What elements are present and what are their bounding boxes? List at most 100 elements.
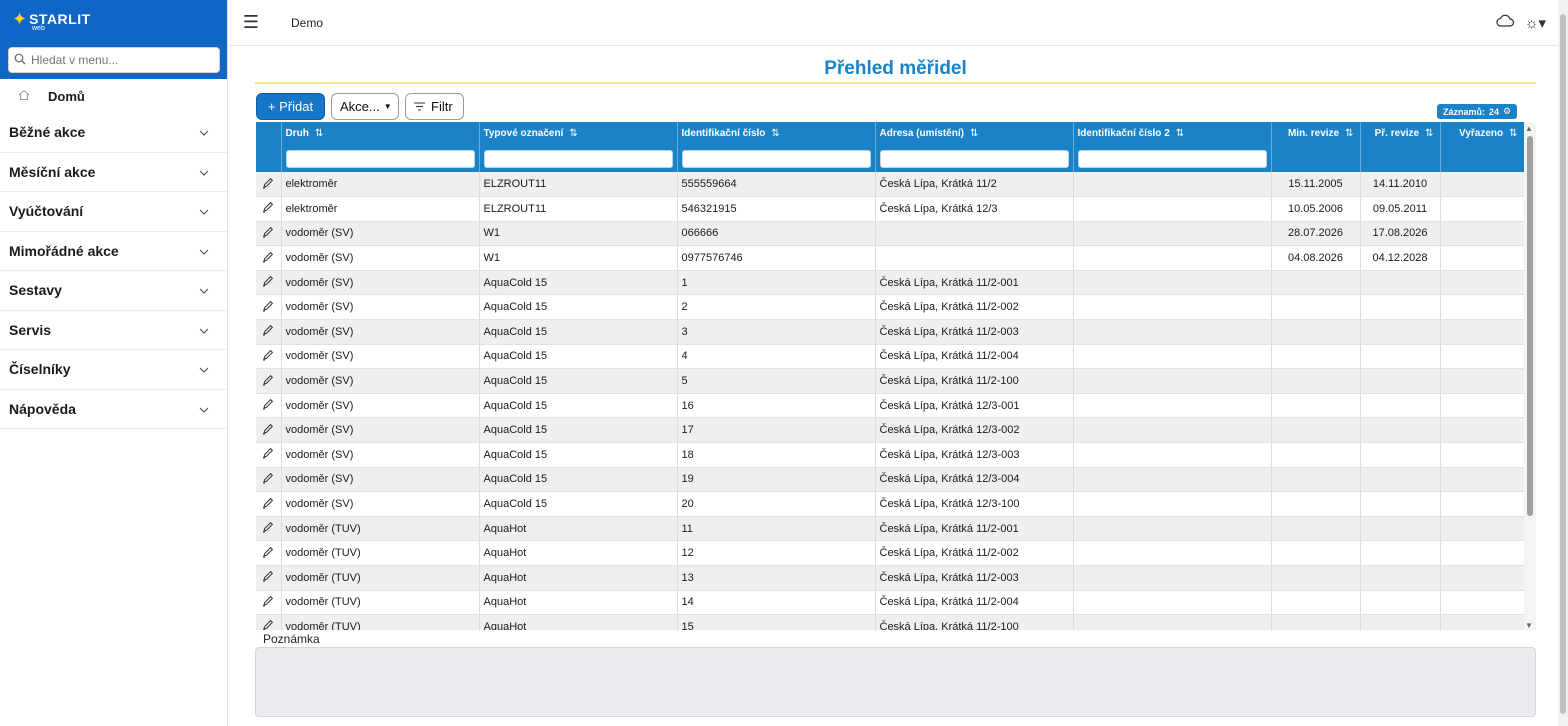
column-header[interactable]: Min. revize ⇅ — [1271, 122, 1361, 172]
table-row[interactable]: vodoměr (TUV) AquaHot 14 Česká Lípa, Krátká… — [256, 590, 1524, 616]
pencil-icon[interactable] — [256, 294, 282, 321]
pencil-icon[interactable] — [256, 196, 282, 222]
sidebar-section[interactable]: Nápověda — [0, 390, 227, 429]
sun-icon[interactable]: ☼▾ — [1525, 14, 1546, 32]
column-header[interactable]: Identifikační číslo 2 ⇅ — [1073, 122, 1272, 172]
table-row[interactable]: vodoměr (SV) AquaCold 15 4 Česká Lípa, Krát… — [256, 344, 1524, 370]
table-row[interactable]: elektroměr ELZROUT11 555559664 Česká Lípa, … — [256, 172, 1524, 198]
table-row[interactable]: vodoměr (TUV) AquaHot 11 Česká Lípa, Krátká… — [256, 516, 1524, 542]
table-row[interactable]: vodoměr (SV) W1 066666 28.07.2026 17.08.2026 — [256, 221, 1524, 247]
records-badge[interactable]: Záznamů: 24 ⚙ — [1437, 104, 1518, 119]
note-field[interactable] — [255, 647, 1536, 717]
table-cell — [1360, 614, 1441, 630]
table-cell — [1360, 491, 1441, 517]
table-row[interactable]: vodoměr (TUV) AquaHot 13 Česká Lípa, Krátká… — [256, 565, 1524, 591]
sidebar-section[interactable]: Sestavy — [0, 271, 227, 311]
table-row[interactable]: vodoměr (SV) AquaCold 15 3 Česká Lípa, Krát… — [256, 319, 1524, 345]
column-header-label: Min. revize — [1287, 127, 1340, 139]
sort-icon[interactable]: ⇅ — [970, 128, 978, 139]
sort-icon[interactable]: ⇅ — [569, 128, 577, 139]
sort-icon[interactable]: ⇅ — [771, 128, 779, 139]
table-cell — [1073, 393, 1272, 419]
column-filter-input[interactable] — [285, 150, 475, 168]
column-filter-input[interactable] — [681, 150, 871, 168]
hamburger-icon[interactable]: ☰ — [231, 12, 271, 33]
table-cell: elektroměr — [281, 196, 480, 222]
table-row[interactable]: vodoměr (TUV) AquaHot 15 Česká Lípa, Krátká… — [256, 614, 1524, 630]
table-row[interactable]: vodoměr (SV) AquaCold 15 16 Česká Lípa, Krá… — [256, 393, 1524, 419]
table-cell: Česká Lípa, Krátká 11/2-002 — [875, 540, 1074, 566]
starlit-logo[interactable]: ✦ STARLIT web — [12, 10, 91, 32]
sort-icon[interactable]: ⇅ — [1425, 128, 1433, 139]
cloud-icon[interactable] — [1495, 14, 1515, 32]
scroll-up-icon[interactable]: ▲ — [1525, 124, 1533, 133]
pencil-icon[interactable] — [256, 442, 282, 468]
table-row[interactable]: vodoměr (SV) AquaCold 15 2 Česká Lípa, Krát… — [256, 294, 1524, 321]
column-header[interactable]: Vyřazeno ⇅ — [1440, 122, 1524, 172]
sidebar-section[interactable]: Měsíční akce — [0, 153, 227, 192]
sidebar-section[interactable]: Servis — [0, 311, 227, 350]
window-scrollbar[interactable] — [1558, 0, 1568, 726]
column-header[interactable]: Identifikační číslo ⇅ — [677, 122, 876, 172]
pencil-icon[interactable] — [256, 467, 282, 493]
pencil-icon[interactable] — [256, 368, 282, 394]
table-cell: vodoměr (SV) — [281, 417, 480, 444]
table-cell — [1440, 344, 1524, 370]
pencil-icon[interactable] — [256, 516, 282, 542]
table-row[interactable]: vodoměr (SV) AquaCold 15 18 Česká Lípa, Krá… — [256, 442, 1524, 468]
table-cell: 28.07.2026 — [1271, 221, 1361, 247]
table-row[interactable]: vodoměr (SV) W1 0977576746 04.08.2026 04.12.… — [256, 245, 1524, 271]
sidebar-section[interactable]: Vyúčtování — [0, 192, 227, 232]
pencil-icon[interactable] — [256, 491, 282, 517]
pencil-icon[interactable] — [256, 590, 282, 616]
pencil-icon[interactable] — [256, 393, 282, 419]
sidebar-item-label: Domů — [48, 88, 85, 104]
pencil-icon[interactable] — [256, 417, 282, 444]
table-row[interactable]: vodoměr (SV) AquaCold 15 17 Česká Lípa, Krá… — [256, 417, 1524, 444]
pencil-icon[interactable] — [256, 565, 282, 591]
sort-icon[interactable]: ⇅ — [1176, 128, 1184, 139]
table-row[interactable]: vodoměr (SV) AquaCold 15 20 Česká Lípa, Krá… — [256, 491, 1524, 517]
column-header[interactable]: Typové označení ⇅ — [479, 122, 678, 172]
table-cell — [1073, 294, 1272, 321]
menu-search-input[interactable] — [31, 53, 211, 67]
sort-icon[interactable]: ⇅ — [315, 128, 323, 139]
sort-icon[interactable]: ⇅ — [1345, 128, 1353, 139]
table-row[interactable]: vodoměr (SV) AquaCold 15 1 Česká Lípa, Krát… — [256, 270, 1524, 296]
sidebar-section[interactable]: Mimořádné akce — [0, 232, 227, 271]
filter-button[interactable]: Filtr — [405, 93, 464, 120]
scroll-thumb[interactable] — [1527, 136, 1533, 516]
sidebar-item-home[interactable]: Domů — [0, 79, 227, 113]
pencil-icon[interactable] — [256, 172, 282, 198]
pencil-icon[interactable] — [256, 221, 282, 247]
table-cell: 19 — [677, 467, 876, 493]
scroll-down-icon[interactable]: ▼ — [1525, 621, 1533, 630]
pencil-icon[interactable] — [256, 344, 282, 370]
table-cell — [1440, 540, 1524, 566]
column-filter-input[interactable] — [1077, 150, 1267, 168]
table-row[interactable]: vodoměr (SV) AquaCold 15 5 Česká Lípa, Krát… — [256, 368, 1524, 394]
column-filter-input[interactable] — [483, 150, 673, 168]
column-header[interactable]: Druh ⇅ — [281, 122, 480, 172]
actions-dropdown[interactable]: Akce... ▼ — [331, 93, 399, 120]
pencil-icon[interactable] — [256, 540, 282, 566]
table-cell: 13 — [677, 565, 876, 591]
pencil-icon[interactable] — [256, 319, 282, 345]
sidebar-section[interactable]: Běžné akce — [0, 113, 227, 153]
pencil-icon[interactable] — [256, 614, 282, 630]
table-row[interactable]: vodoměr (TUV) AquaHot 12 Česká Lípa, Krátká… — [256, 540, 1524, 566]
table-row[interactable]: vodoměr (SV) AquaCold 15 19 Česká Lípa, Krá… — [256, 467, 1524, 493]
table-cell: Česká Lípa, Krátká 12/3-003 — [875, 442, 1074, 468]
add-button[interactable]: + Přidat — [256, 93, 325, 120]
pencil-icon[interactable] — [256, 245, 282, 271]
table-row[interactable]: elektroměr ELZROUT11 546321915 Česká Lípa, … — [256, 196, 1524, 222]
sort-icon[interactable]: ⇅ — [1509, 128, 1517, 139]
pencil-icon[interactable] — [256, 270, 282, 296]
sidebar-section[interactable]: Číselníky — [0, 350, 227, 390]
table-scrollbar[interactable]: ▲ ▼ — [1524, 122, 1536, 630]
column-header[interactable]: Př. revize ⇅ — [1360, 122, 1441, 172]
column-header[interactable]: Adresa (umístění) ⇅ — [875, 122, 1074, 172]
column-filter-input[interactable] — [879, 150, 1069, 168]
table-cell — [1440, 590, 1524, 616]
table-cell: vodoměr (SV) — [281, 221, 480, 247]
